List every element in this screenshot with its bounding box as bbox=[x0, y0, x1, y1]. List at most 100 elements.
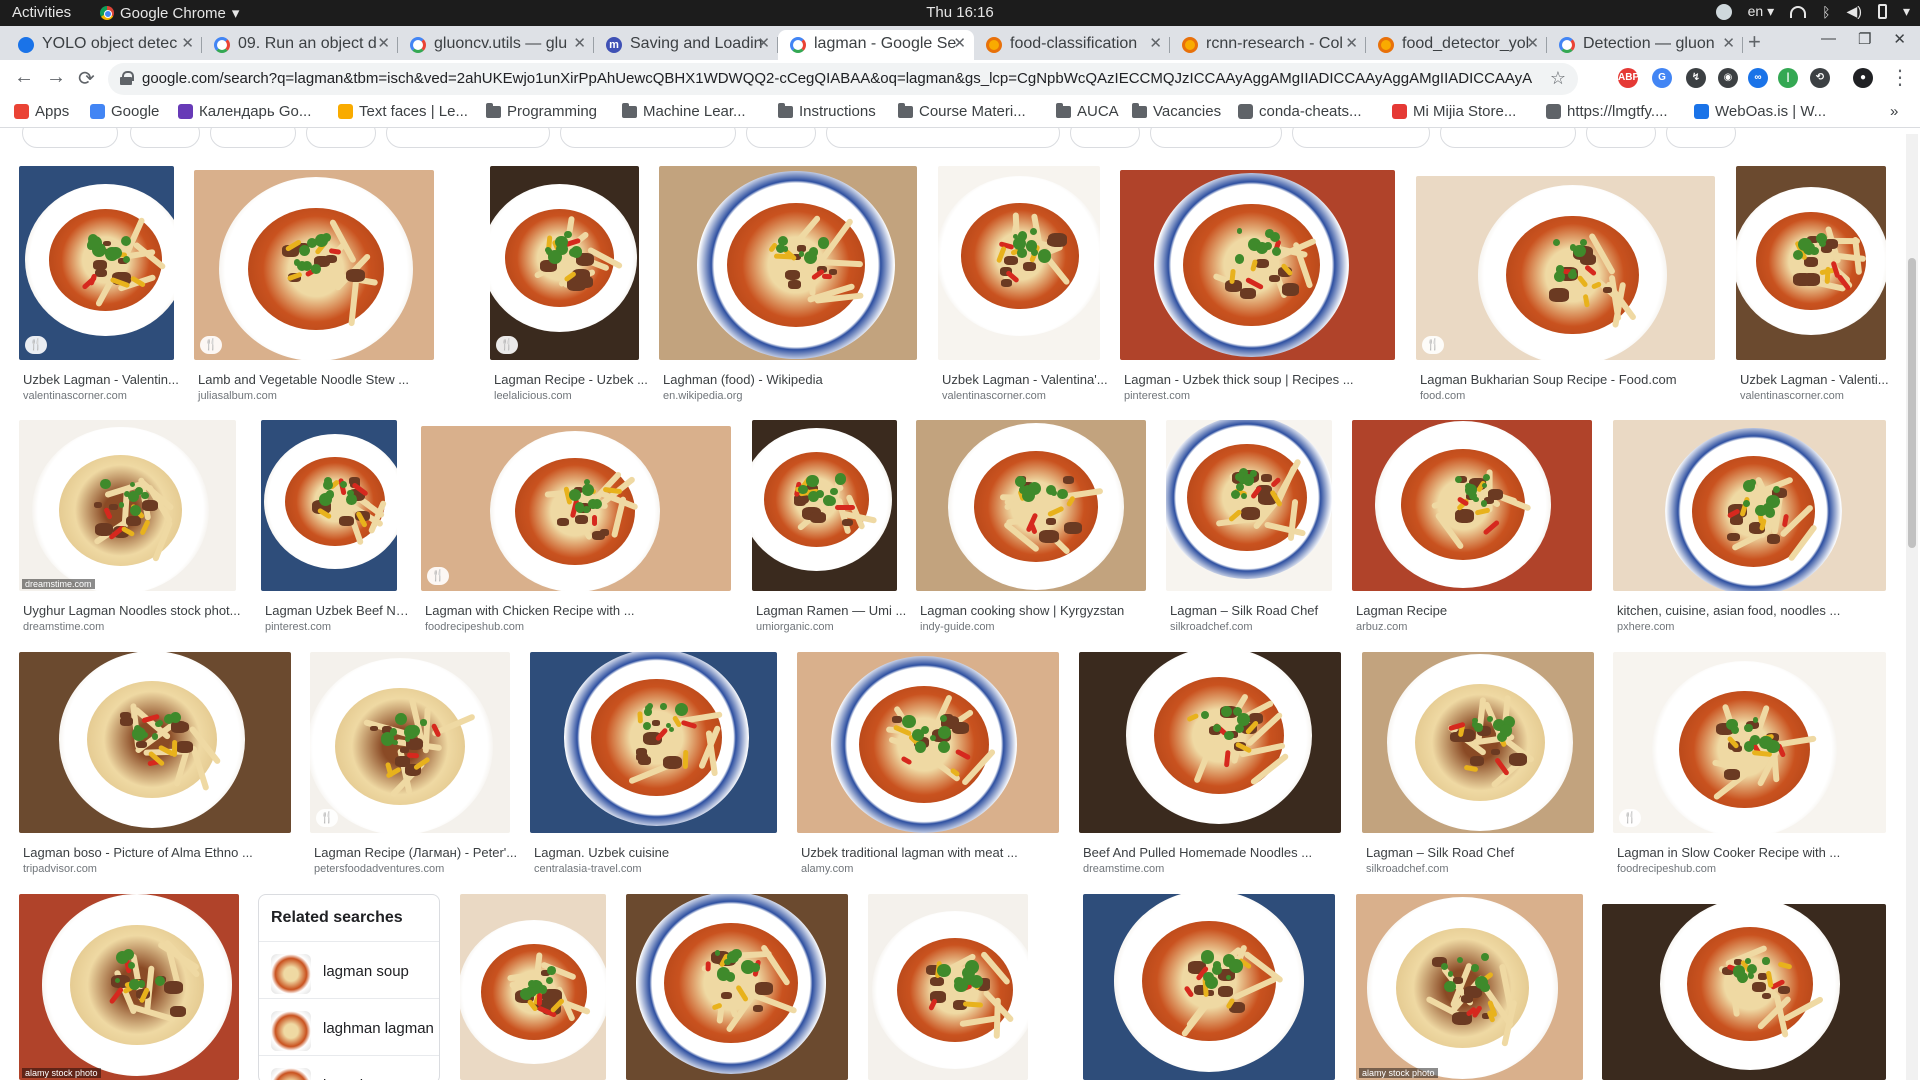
filter-chip[interactable] bbox=[306, 128, 376, 148]
result-title[interactable]: Uzbek traditional lagman with meat ... bbox=[801, 845, 1075, 860]
image-result-card[interactable]: alamy stock photo bbox=[19, 894, 239, 1080]
result-image[interactable]: 🍴 bbox=[490, 166, 639, 360]
result-image[interactable] bbox=[1602, 904, 1886, 1080]
image-result-card[interactable]: Lagman. Uzbek cuisine centralasia-travel.… bbox=[530, 652, 777, 877]
bookmark-item[interactable]: Course Materi... bbox=[898, 102, 1026, 120]
image-result-card[interactable]: 🍴 Lagman Bukharian Soup Recipe - Food.com… bbox=[1416, 176, 1715, 404]
result-title[interactable]: Lagman - Uzbek thick soup | Recipes ... bbox=[1124, 372, 1411, 387]
result-title[interactable]: Lagman with Chicken Recipe with ... bbox=[425, 603, 747, 618]
bookmark-item[interactable]: Text faces | Le... bbox=[338, 103, 468, 120]
result-image[interactable] bbox=[797, 652, 1059, 833]
close-tab-icon[interactable]: ✕ bbox=[1526, 30, 1539, 58]
result-title[interactable]: Uzbek Lagman - Valenti... bbox=[1740, 372, 1902, 387]
result-title[interactable]: Lagman cooking show | Kyrgyzstan bbox=[920, 603, 1162, 618]
volume-icon[interactable]: ◀) bbox=[1847, 3, 1862, 20]
new-tab-button[interactable]: + bbox=[1748, 29, 1761, 55]
image-result-card[interactable] bbox=[1602, 904, 1886, 1080]
image-result-card[interactable]: 🍴 Lagman with Chicken Recipe with ... food… bbox=[421, 426, 731, 635]
filter-chip[interactable] bbox=[560, 128, 736, 148]
filter-chip[interactable] bbox=[1292, 128, 1430, 148]
result-title[interactable]: Lagman boso - Picture of Alma Ethno ... bbox=[23, 845, 307, 860]
image-result-card[interactable]: Uzbek Lagman - Valenti... valentinascorne… bbox=[1736, 166, 1889, 404]
browser-tab[interactable]: food_detector_yol ✕ bbox=[1366, 30, 1547, 60]
bookmark-item[interactable]: Google bbox=[90, 103, 159, 120]
image-result-card[interactable]: 🍴 Lagman in Slow Cooker Recipe with ... fo… bbox=[1613, 652, 1886, 877]
bookmark-item[interactable]: AUCA bbox=[1056, 102, 1119, 120]
browser-tab[interactable]: rcnn-research - Col ✕ bbox=[1170, 30, 1366, 60]
image-result-card[interactable] bbox=[868, 894, 1028, 1080]
close-tab-icon[interactable]: ✕ bbox=[181, 30, 194, 58]
result-image[interactable]: 🍴 bbox=[1416, 176, 1715, 360]
result-image[interactable]: alamy stock photo bbox=[1356, 894, 1583, 1080]
filter-chip[interactable] bbox=[826, 128, 1060, 148]
result-image[interactable]: 🍴 bbox=[310, 652, 510, 833]
extension-icon[interactable]: ABP bbox=[1618, 68, 1639, 88]
bookmark-item[interactable]: Календарь Go... bbox=[178, 103, 311, 120]
result-title[interactable]: Lagman Recipe (Лагман) - Peter'... bbox=[314, 845, 526, 860]
close-tab-icon[interactable]: ✕ bbox=[1345, 30, 1358, 58]
result-title[interactable]: Lagman in Slow Cooker Recipe with ... bbox=[1617, 845, 1902, 860]
result-title[interactable]: Lagman Recipe - Uzbek ... bbox=[494, 372, 655, 387]
browser-tab[interactable]: lagman - Google Se ✕ bbox=[778, 30, 974, 60]
result-image[interactable] bbox=[626, 894, 848, 1080]
battery-icon[interactable] bbox=[1877, 4, 1887, 19]
result-image[interactable] bbox=[460, 894, 606, 1080]
bookmark-item[interactable]: Mi Mijia Store... bbox=[1392, 103, 1516, 120]
image-result-card[interactable]: 🍴 Lagman Recipe (Лагман) - Peter'... peter… bbox=[310, 652, 517, 877]
app-menu[interactable]: Google Chrome ▾ bbox=[100, 4, 239, 22]
result-title[interactable]: Lagman. Uzbek cuisine bbox=[534, 845, 793, 860]
bookmark-item[interactable]: Apps bbox=[14, 103, 69, 120]
result-title[interactable]: Laghman (food) - Wikipedia bbox=[663, 372, 933, 387]
scrollbar-thumb[interactable] bbox=[1908, 258, 1916, 548]
image-result-card[interactable]: Lagman Recipe arbuz.com bbox=[1352, 420, 1592, 635]
image-result-card[interactable]: Lagman Ramen — Umi ... umiorganic.com bbox=[752, 420, 906, 635]
browser-tab[interactable]: YOLO object detec ✕ bbox=[6, 30, 202, 60]
filter-chip[interactable] bbox=[1440, 128, 1576, 148]
url-text[interactable]: google.com/search?q=lagman&tbm=isch&ved=… bbox=[142, 70, 1532, 87]
extension-icon[interactable]: ◉ bbox=[1718, 68, 1738, 88]
close-tab-icon[interactable]: ✕ bbox=[757, 30, 770, 58]
filter-chip[interactable] bbox=[746, 128, 816, 148]
maximize-button[interactable]: ❐ bbox=[1858, 30, 1871, 48]
result-image[interactable] bbox=[1120, 170, 1395, 360]
extension-icon[interactable]: G bbox=[1652, 68, 1672, 88]
image-result-card[interactable]: Laghman (food) - Wikipedia en.wikipedia.o… bbox=[659, 166, 917, 404]
result-title[interactable]: Uzbek Lagman - Valentina'... bbox=[942, 372, 1116, 387]
extension-icon[interactable]: ∞ bbox=[1748, 68, 1768, 88]
related-search-item[interactable]: lagman soup bbox=[259, 941, 439, 997]
browser-tab[interactable]: 09. Run an object d ✕ bbox=[202, 30, 398, 60]
close-tab-icon[interactable]: ✕ bbox=[1149, 30, 1162, 58]
result-image[interactable] bbox=[261, 420, 397, 591]
language-indicator[interactable]: en ▾ bbox=[1748, 3, 1775, 20]
result-title[interactable]: Beef And Pulled Homemade Noodles ... bbox=[1083, 845, 1357, 860]
result-image[interactable]: 🍴 bbox=[421, 426, 731, 591]
bookmark-item[interactable]: Instructions bbox=[778, 102, 876, 120]
result-title[interactable]: Lagman – Silk Road Chef bbox=[1366, 845, 1610, 860]
filter-chip[interactable] bbox=[22, 128, 118, 148]
image-result-card[interactable] bbox=[626, 894, 848, 1080]
result-title[interactable]: kitchen, cuisine, asian food, noodles ..… bbox=[1617, 603, 1902, 618]
image-result-card[interactable]: Lagman Uzbek Beef No... pinterest.com bbox=[261, 420, 413, 635]
bookmark-item[interactable]: WebOas.is | W... bbox=[1694, 103, 1826, 120]
result-image[interactable]: 🍴 bbox=[19, 166, 174, 360]
bookmark-item[interactable]: conda-cheats... bbox=[1238, 103, 1362, 120]
image-result-card[interactable] bbox=[1083, 894, 1335, 1080]
filter-chip[interactable] bbox=[1150, 128, 1282, 148]
close-tab-icon[interactable]: ✕ bbox=[953, 30, 966, 58]
result-title[interactable]: Lagman Recipe bbox=[1356, 603, 1608, 618]
app-indicator-icon[interactable] bbox=[1715, 3, 1732, 20]
extension-icon[interactable]: ● bbox=[1853, 68, 1873, 88]
activities-button[interactable]: Activities bbox=[12, 4, 71, 21]
filter-chip[interactable] bbox=[1586, 128, 1656, 148]
related-search-item[interactable]: boso lagman bbox=[259, 1055, 439, 1080]
image-result-card[interactable]: Lagman cooking show | Kyrgyzstan indy-gui… bbox=[916, 420, 1146, 635]
result-image[interactable] bbox=[659, 166, 917, 360]
extension-icon[interactable]: ⟲ bbox=[1810, 68, 1830, 88]
result-image[interactable] bbox=[752, 420, 897, 591]
bookmark-item[interactable]: Machine Lear... bbox=[622, 102, 746, 120]
bookmark-item[interactable]: Programming bbox=[486, 102, 597, 120]
reload-button[interactable]: ⟳ bbox=[78, 66, 95, 91]
page-scrollbar[interactable] bbox=[1906, 134, 1918, 1080]
result-title[interactable]: Lagman Ramen — Umi ... bbox=[756, 603, 913, 618]
result-title[interactable]: Lagman Bukharian Soup Recipe - Food.com bbox=[1420, 372, 1731, 387]
